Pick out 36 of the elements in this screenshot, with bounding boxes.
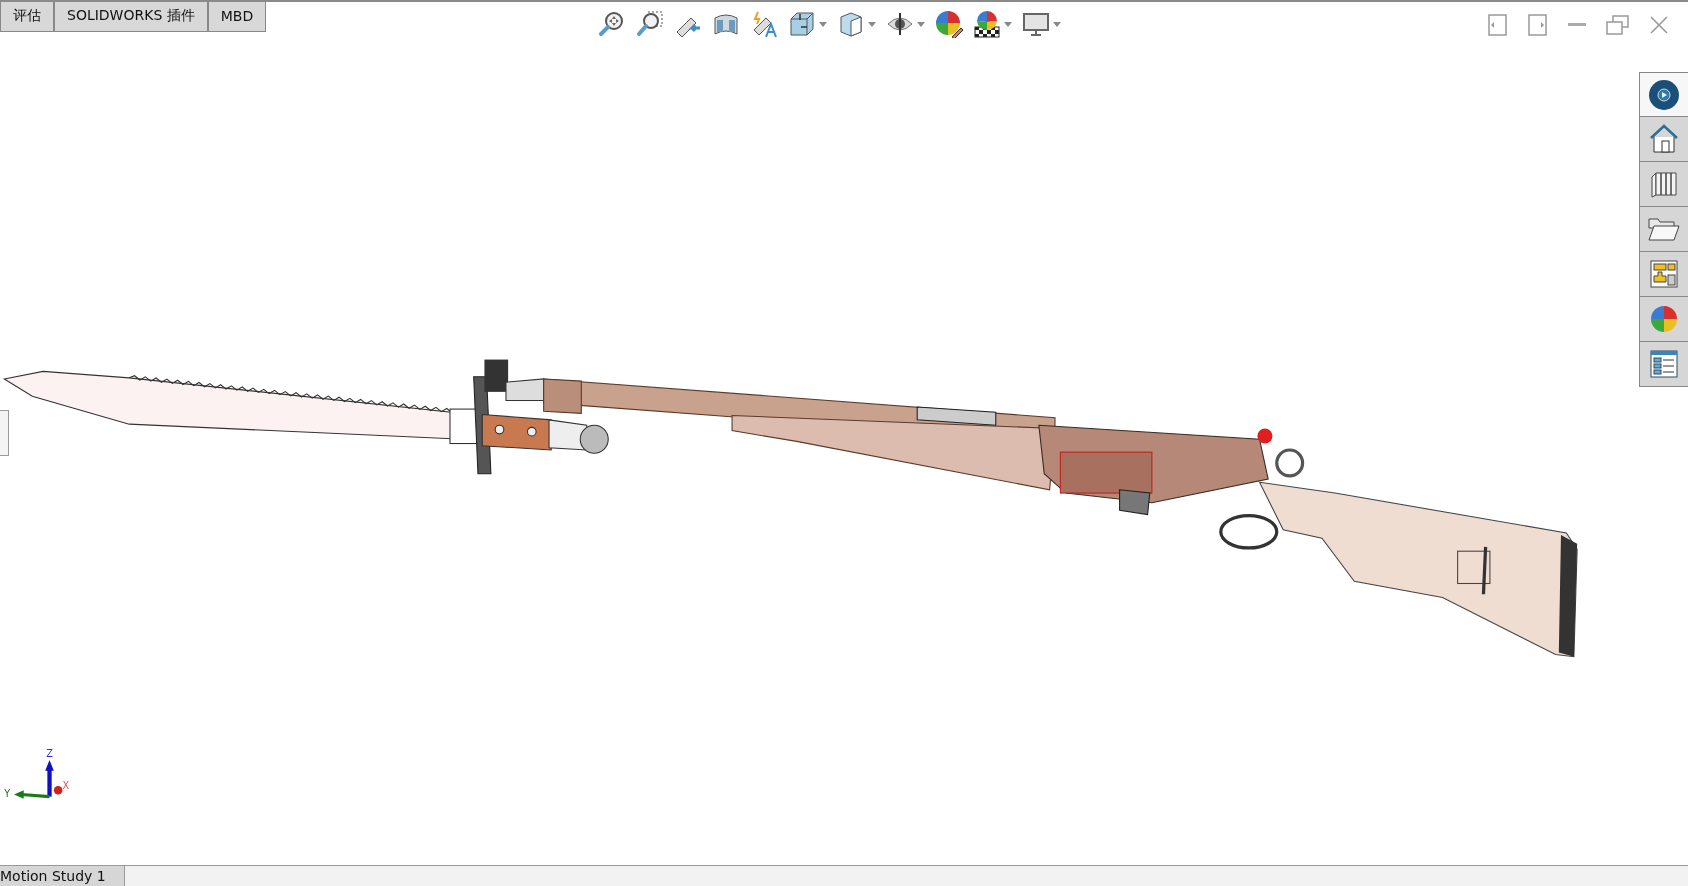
task-pane-tab[interactable] — [1640, 252, 1688, 297]
color-ball-icon — [1650, 305, 1678, 333]
tile-right-icon — [1528, 14, 1548, 36]
house-icon — [1649, 124, 1679, 154]
task-pane-tab[interactable] — [1640, 297, 1688, 342]
study-tab[interactable]: Motion Study 1 — [0, 866, 125, 886]
color-ball-icon — [935, 10, 964, 38]
task-pane-tab[interactable] — [1640, 72, 1688, 117]
axis-label: Y — [4, 787, 11, 799]
ribbon-tab[interactable]: SOLIDWORKS 插件 — [54, 2, 208, 32]
eye-icon — [886, 10, 915, 38]
axis-triad-drawing — [14, 760, 63, 799]
books-icon — [1650, 169, 1678, 199]
window-control[interactable] — [1648, 14, 1670, 36]
task-pane-tab[interactable] — [1640, 342, 1688, 387]
monitor-icon — [1022, 10, 1051, 38]
ribbon-tab[interactable]: 评估 — [0, 2, 54, 32]
minimize-icon — [1568, 23, 1586, 27]
tile-left-icon — [1488, 14, 1508, 36]
zoom-area-icon — [636, 10, 665, 38]
panel-handle[interactable] — [0, 410, 9, 456]
task-pane-tab[interactable] — [1640, 117, 1688, 162]
ribbon-tab[interactable]: MBD — [207, 2, 267, 32]
scene-ball-icon — [973, 10, 1002, 38]
compass-icon — [1648, 78, 1680, 111]
task-pane-tab[interactable] — [1640, 162, 1688, 207]
close-icon — [1650, 16, 1668, 34]
axis-label: X — [62, 780, 70, 792]
cube-icon — [788, 10, 817, 38]
axis-label: Z — [46, 747, 53, 759]
toolbar-button[interactable] — [971, 8, 1015, 40]
properties-list-icon — [1650, 350, 1678, 378]
folder-icon — [1648, 216, 1680, 242]
view-palette-icon — [1650, 260, 1678, 288]
restore-icon — [1606, 14, 1630, 36]
task-pane-tab[interactable] — [1640, 207, 1688, 252]
